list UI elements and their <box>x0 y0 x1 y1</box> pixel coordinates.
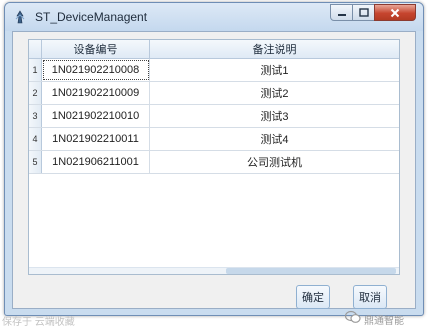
grid-corner <box>29 40 42 59</box>
maximize-icon <box>358 8 369 17</box>
column-header-remark[interactable]: 备注说明 <box>150 40 399 58</box>
remark-cell[interactable]: 测试2 <box>150 82 399 104</box>
watermark-right: 鼎通智能 <box>364 316 404 327</box>
row-number: 4 <box>29 128 42 150</box>
title-bar[interactable]: ST_DeviceManagent <box>5 3 423 31</box>
device-id-cell[interactable]: 1N021902210011 <box>42 128 150 150</box>
wechat-logo-icon <box>345 310 361 323</box>
close-button[interactable] <box>374 4 416 21</box>
device-grid[interactable]: 设备编号 备注说明 1 1N021902210008 测试1 2 1N02190… <box>28 39 400 275</box>
grid-header: 设备编号 备注说明 <box>29 40 399 59</box>
close-icon <box>390 8 400 17</box>
remark-cell[interactable]: 公司测试机 <box>150 151 399 173</box>
app-window: ST_DeviceManagent 设备编号 备注说明 1 1N02190221… <box>4 2 424 316</box>
app-icon <box>15 10 25 24</box>
table-row[interactable]: 2 1N021902210009 测试2 <box>29 82 399 105</box>
table-row[interactable]: 5 1N021906211001 公司测试机 <box>29 151 399 174</box>
device-id-cell[interactable]: 1N021902210009 <box>42 82 150 104</box>
table-row[interactable]: 1 1N021902210008 测试1 <box>29 59 399 82</box>
remark-cell[interactable]: 测试3 <box>150 105 399 127</box>
dialog-body: 设备编号 备注说明 1 1N021902210008 测试1 2 1N02190… <box>12 31 416 309</box>
watermark-left: 保存于 云端收藏 <box>2 317 75 328</box>
row-number: 5 <box>29 151 42 173</box>
column-header-device-id[interactable]: 设备编号 <box>42 40 150 58</box>
minimize-icon <box>337 13 346 16</box>
device-id-cell[interactable]: 1N021906211001 <box>42 151 150 173</box>
scrollbar-thumb[interactable] <box>226 268 396 274</box>
minimize-button[interactable] <box>330 4 353 21</box>
device-id-cell[interactable]: 1N021902210010 <box>42 105 150 127</box>
remark-cell[interactable]: 测试4 <box>150 128 399 150</box>
table-row[interactable]: 4 1N021902210011 测试4 <box>29 128 399 151</box>
row-number: 1 <box>29 59 42 81</box>
horizontal-scrollbar[interactable] <box>29 267 399 274</box>
table-row[interactable]: 3 1N021902210010 测试3 <box>29 105 399 128</box>
maximize-button[interactable] <box>352 4 375 21</box>
window-title: ST_DeviceManagent <box>35 10 148 24</box>
cancel-button[interactable]: 取消 <box>353 285 387 309</box>
row-number: 2 <box>29 82 42 104</box>
ok-button[interactable]: 确定 <box>296 285 330 309</box>
remark-cell[interactable]: 测试1 <box>150 59 399 81</box>
row-number: 3 <box>29 105 42 127</box>
device-id-cell[interactable]: 1N021902210008 <box>42 59 150 81</box>
